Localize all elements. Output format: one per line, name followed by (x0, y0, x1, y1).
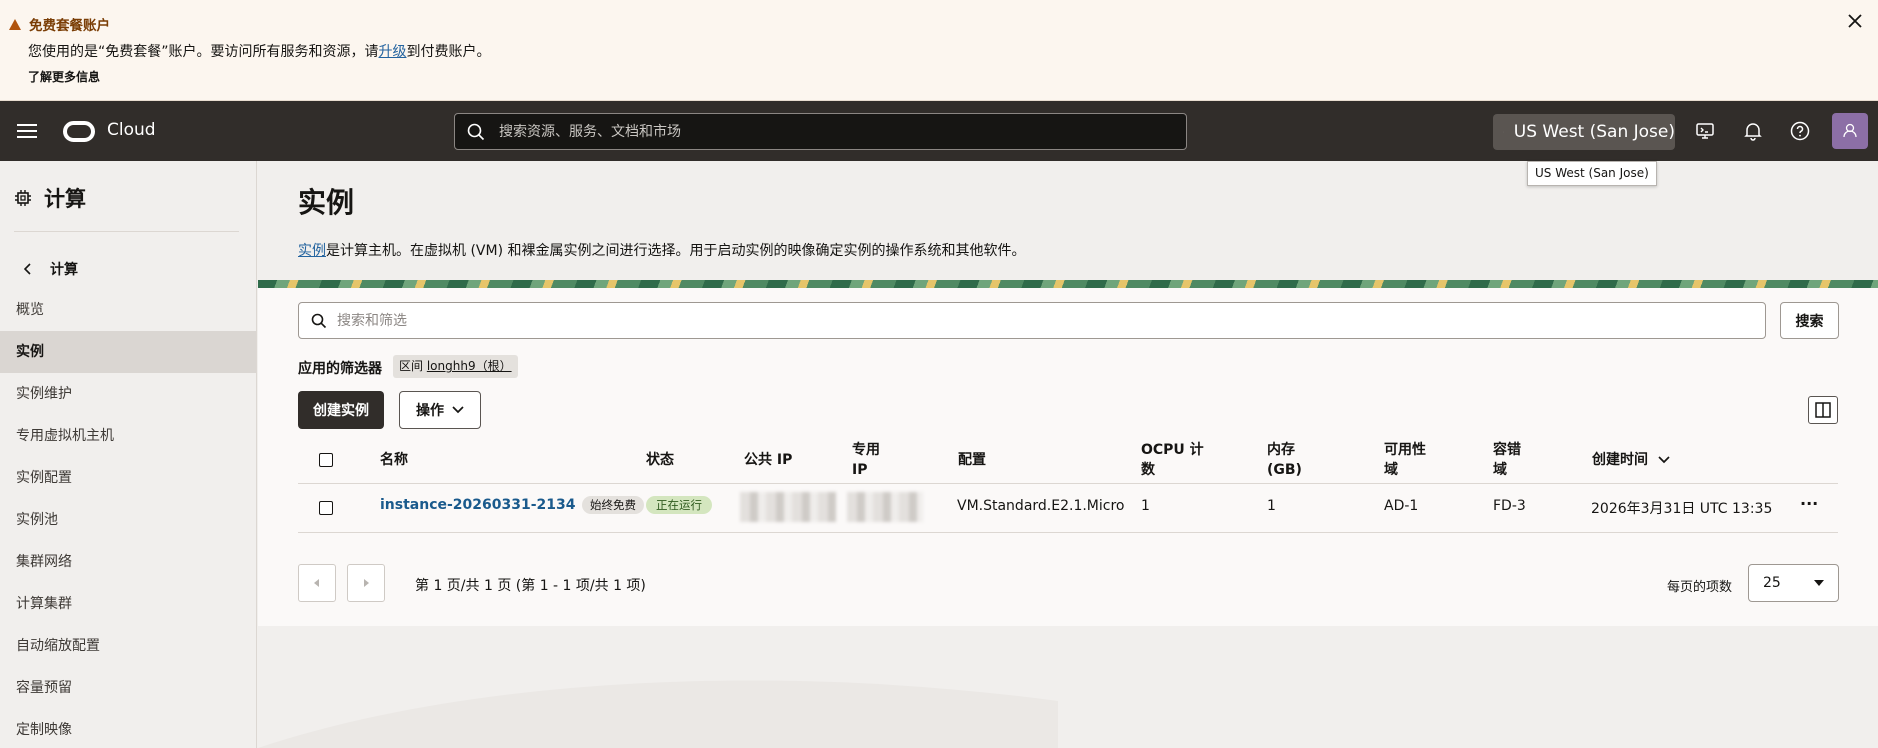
global-search[interactable] (454, 113, 1187, 150)
select-all-checkbox[interactable] (319, 453, 333, 467)
shape-cell: VM.Standard.E2.1.Micro (957, 498, 1125, 514)
region-label: US West (San Jose) (1513, 122, 1675, 142)
private-ip-redacted (847, 492, 923, 522)
next-page-button[interactable] (347, 564, 385, 602)
sidebar-item-instances[interactable]: 实例 (0, 331, 256, 373)
search-icon (311, 313, 327, 329)
warning-icon (9, 18, 21, 30)
col-private-ip[interactable]: 专用 IP (852, 440, 880, 480)
create-instance-button[interactable]: 创建实例 (298, 391, 384, 429)
user-icon (1843, 123, 1857, 138)
filter-search-input[interactable] (337, 310, 1737, 332)
col-public-ip[interactable]: 公共 IP (744, 450, 792, 470)
table-header: 名称 状态 公共 IP 专用 IP 配置 OCPU 计 数 内存 (GB) 可用… (298, 436, 1838, 484)
page-title: 实例 (298, 186, 355, 219)
applied-filters-label: 应用的筛选器 (298, 361, 382, 377)
close-icon[interactable] (1846, 12, 1864, 30)
col-created[interactable]: 创建时间 (1592, 450, 1670, 470)
help-icon[interactable] (1789, 120, 1811, 142)
compute-chip-icon (15, 190, 31, 206)
sidebar-item-dedicated-vm-hosts[interactable]: 专用虚拟机主机 (0, 415, 256, 457)
sidebar-divider (14, 231, 239, 232)
table-row: instance-20260331-2134 始终免费 正在运行 VM.Stan… (298, 484, 1838, 533)
caret-right-icon (364, 579, 369, 587)
sidebar-item-cluster-networks[interactable]: 集群网络 (0, 541, 256, 583)
banner-message: 您使用的是“免费套餐”账户。要访问所有服务和资源，请升级到付费账户。 (28, 44, 491, 60)
memory-cell: 1 (1267, 498, 1276, 514)
oracle-logo[interactable] (63, 121, 95, 142)
chevron-down-icon (1503, 131, 1504, 133)
col-name[interactable]: 名称 (380, 450, 408, 470)
per-page-label: 每页的项数 (1667, 580, 1733, 595)
brand-label[interactable]: Cloud (107, 120, 156, 140)
sidebar-back-link[interactable]: 计算 (24, 259, 78, 279)
col-availability-domain[interactable]: 可用性 域 (1384, 440, 1426, 480)
region-selector[interactable]: US West (San Jose) (1493, 114, 1675, 150)
ocpu-cell: 1 (1141, 498, 1150, 514)
cloud-shell-icon[interactable] (1694, 120, 1716, 142)
col-shape[interactable]: 配置 (958, 450, 986, 470)
row-actions-menu[interactable]: ··· (1800, 494, 1818, 513)
actions-dropdown[interactable]: 操作 (399, 391, 481, 429)
free-tier-banner: 免费套餐账户 您使用的是“免费套餐”账户。要访问所有服务和资源，请升级到付费账户… (0, 0, 1878, 101)
sidebar-title: 计算 (14, 183, 86, 213)
menu-icon[interactable] (17, 124, 37, 138)
instance-name-link[interactable]: instance-20260331-2134 (380, 497, 576, 513)
columns-icon (1815, 402, 1831, 418)
row-checkbox[interactable] (319, 501, 333, 515)
compartment-link[interactable]: longhh9（根） (427, 359, 512, 373)
status-badge: 正在运行 (646, 496, 712, 514)
page-description: 实例是计算主机。在虚拟机 (VM) 和裸金属实例之间进行选择。用于启动实例的映像… (298, 243, 1026, 259)
col-status[interactable]: 状态 (646, 450, 674, 470)
compartment-filter-chip[interactable]: 区间 longhh9（根） (393, 355, 518, 378)
sidebar: 计算 计算 概览 实例 实例维护 专用虚拟机主机 实例配置 实例池 集群网络 计… (0, 161, 257, 748)
sidebar-item-compute-clusters[interactable]: 计算集群 (0, 583, 256, 625)
search-icon (467, 123, 485, 141)
sidebar-item-overview[interactable]: 概览 (0, 289, 256, 331)
pagination-summary: 第 1 页/共 1 页 (第 1 - 1 项/共 1 项) (415, 578, 646, 594)
learn-more-link[interactable]: 了解更多信息 (28, 68, 100, 85)
upgrade-link[interactable]: 升级 (379, 44, 407, 60)
chevron-down-icon (452, 406, 464, 414)
instance-name-cell: instance-20260331-2134 始终免费 (380, 496, 644, 514)
notifications-bell-icon[interactable] (1742, 120, 1764, 142)
filter-search[interactable] (298, 302, 1766, 339)
global-search-input[interactable] (499, 120, 1169, 144)
chevron-left-icon (24, 263, 31, 275)
main-content: 实例 实例是计算主机。在虚拟机 (VM) 和裸金属实例之间进行选择。用于启动实例… (258, 161, 1878, 748)
top-navigation-bar: Cloud US West (San Jose) (0, 101, 1878, 161)
sidebar-item-custom-images[interactable]: 定制映像 (0, 709, 256, 748)
instances-doc-link[interactable]: 实例 (298, 243, 326, 259)
per-page-select[interactable]: 25 (1748, 564, 1839, 602)
caret-down-icon (1814, 580, 1824, 586)
user-avatar[interactable] (1832, 113, 1868, 149)
search-button[interactable]: 搜索 (1780, 302, 1839, 339)
col-ocpu[interactable]: OCPU 计 数 (1141, 440, 1204, 480)
sidebar-item-instance-configurations[interactable]: 实例配置 (0, 457, 256, 499)
always-free-badge: 始终免费 (581, 496, 644, 514)
col-fault-domain[interactable]: 容错 域 (1493, 440, 1521, 480)
sidebar-item-capacity-reservations[interactable]: 容量预留 (0, 667, 256, 709)
created-cell: 2026年3月31日 UTC 13:35 (1591, 501, 1773, 517)
sort-descending-icon[interactable] (1658, 456, 1670, 464)
banner-title: 免费套餐账户 (9, 14, 110, 34)
fault-domain-cell: FD-3 (1493, 498, 1526, 514)
sidebar-nav: 概览 实例 实例维护 专用虚拟机主机 实例配置 实例池 集群网络 计算集群 自动… (0, 289, 256, 748)
instances-panel: 搜索 应用的筛选器 区间 longhh9（根） 创建实例 操作 名称 状态 公共… (258, 288, 1878, 626)
caret-left-icon (314, 579, 319, 587)
public-ip-redacted (740, 492, 836, 522)
column-layout-button[interactable] (1808, 396, 1838, 424)
sidebar-item-autoscaling[interactable]: 自动缩放配置 (0, 625, 256, 667)
status-cell: 正在运行 (646, 496, 712, 514)
availability-domain-cell: AD-1 (1384, 498, 1419, 514)
decorative-pattern-strip (258, 280, 1878, 288)
prev-page-button[interactable] (298, 564, 336, 602)
sidebar-item-instance-pools[interactable]: 实例池 (0, 499, 256, 541)
col-memory[interactable]: 内存 (GB) (1267, 440, 1302, 480)
sidebar-item-instance-maintenance[interactable]: 实例维护 (0, 373, 256, 415)
